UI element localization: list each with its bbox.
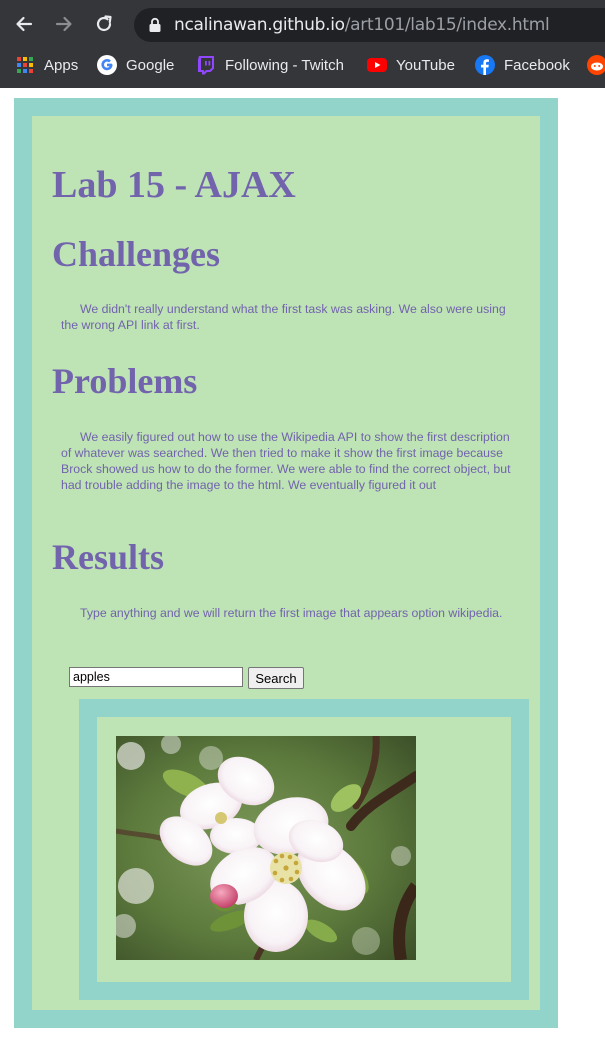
problems-text: We easily figured out how to use the Wik… — [61, 430, 511, 492]
result-container — [79, 699, 529, 1000]
apple-blossom-image — [116, 736, 416, 960]
google-icon — [97, 55, 117, 75]
bookmark-label: Facebook — [504, 56, 570, 74]
forward-button[interactable] — [51, 11, 77, 37]
bookmark-google[interactable]: Google — [97, 52, 174, 78]
page-content: Lab 15 - AJAX Challenges We didn't reall… — [32, 116, 540, 1010]
youtube-icon — [367, 55, 387, 75]
bookmark-label: Following - Twitch — [225, 56, 344, 74]
back-button[interactable] — [11, 11, 37, 37]
bookmark-apps[interactable]: Apps — [15, 52, 78, 78]
url-text: ncalinawan.github.io/art101/lab15/index.… — [174, 15, 550, 35]
search-button[interactable]: Search — [248, 667, 304, 689]
lock-icon — [149, 17, 161, 32]
bookmark-label: Google — [126, 56, 175, 74]
reload-icon — [96, 15, 112, 32]
bookmark-facebook[interactable]: Facebook — [475, 52, 570, 78]
url-host: ncalinawan.github.io — [174, 15, 345, 35]
bookmark-label: YouTube — [396, 56, 455, 74]
heading-problems: Problems — [52, 361, 198, 401]
reload-button[interactable] — [91, 11, 117, 37]
address-bar[interactable]: ncalinawan.github.io/art101/lab15/index.… — [134, 8, 605, 42]
results-text: Type anything and we will return the fir… — [80, 606, 503, 620]
twitch-icon — [196, 55, 216, 75]
bookmark-label: Apps — [44, 56, 79, 74]
facebook-icon — [475, 55, 495, 75]
bookmarks-bar: Apps Google Following - Twitch YouTube F… — [0, 48, 605, 82]
toolbar-divider — [0, 82, 605, 88]
heading-challenges: Challenges — [52, 234, 221, 274]
apps-grid-icon — [15, 55, 35, 75]
result-frame — [97, 717, 511, 982]
forward-arrow-icon — [55, 16, 72, 32]
search-input[interactable] — [69, 667, 243, 687]
url-path: /art101/lab15/index.html — [344, 15, 550, 35]
page-border: Lab 15 - AJAX Challenges We didn't reall… — [14, 98, 558, 1028]
browser-chrome: ncalinawan.github.io/art101/lab15/index.… — [0, 0, 605, 88]
bookmark-reddit[interactable] — [587, 52, 605, 78]
challenges-text: We didn't really understand what the fir… — [61, 302, 506, 332]
page-title: Lab 15 - AJAX — [52, 164, 296, 206]
back-arrow-icon — [16, 16, 33, 32]
reddit-icon — [587, 55, 605, 75]
navigation-bar: ncalinawan.github.io/art101/lab15/index.… — [0, 0, 605, 48]
heading-results: Results — [52, 537, 165, 577]
bookmark-twitch[interactable]: Following - Twitch — [196, 52, 344, 78]
bookmark-youtube[interactable]: YouTube — [367, 52, 455, 78]
